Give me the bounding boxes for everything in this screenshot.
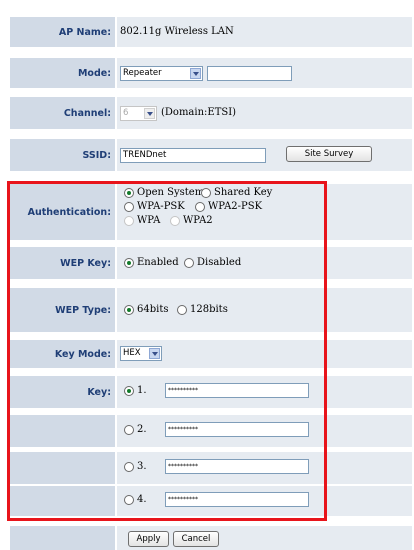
auth-wpa-psk-label: WPA-PSK [137,201,185,212]
wep-key-field: Enabled Disabled [117,247,412,279]
chevron-down-icon[interactable] [190,68,201,79]
key-field-1: 1. ********** [117,376,412,408]
auth-shared-key-radio[interactable] [201,188,211,198]
channel-field: 6 (Domain:ETSI) [117,97,412,129]
key-mode-select-value: HEX [123,348,141,358]
auth-wpa2-psk-label: WPA2-PSK [208,201,263,212]
key-label-empty-4 [10,486,115,516]
key-row-2: 2. ********** [10,415,412,447]
ssid-input[interactable]: TRENDnet [120,148,266,163]
wep-type-128bits-label: 128bits [190,304,228,315]
authentication-field: Open System Shared Key WPA-PSK WPA2-PSK … [117,184,412,240]
key-4-index: 4. [137,494,147,505]
mode-select-value: Repeater [123,68,162,78]
key-3-input[interactable]: ********** [165,459,309,474]
authentication-label: Authentication: [10,184,115,240]
ap-name-value: 802.11g Wireless LAN [120,26,234,37]
key-1-input[interactable]: ********** [165,383,309,398]
ssid-label: SSID: [10,139,115,171]
key-field-3: 3. ********** [117,452,412,484]
auth-open-system-label: Open System [137,187,205,198]
mode-text-input[interactable] [207,66,292,81]
channel-select[interactable]: 6 [120,106,157,121]
wep-key-disabled-radio[interactable] [184,258,194,268]
auth-wpa2-radio[interactable] [170,216,180,226]
apply-button[interactable]: Apply [128,531,169,547]
key-2-input[interactable]: ********** [165,422,309,437]
key-row-4: 4. ********** [10,486,412,516]
key-label: Key: [10,376,115,408]
key-4-radio[interactable] [124,495,134,505]
wep-type-field: 64bits 128bits [117,288,412,332]
wep-type-64bits-label: 64bits [137,304,169,315]
wep-key-enabled-radio[interactable] [124,258,134,268]
key-field-2: 2. ********** [117,415,412,447]
wep-type-label: WEP Type: [10,288,115,332]
actions-label-empty [10,526,115,550]
mode-row: Mode: Repeater [10,58,412,88]
ap-name-row: AP Name: 802.11g Wireless LAN [10,17,412,47]
key-1-radio[interactable] [124,386,134,396]
actions-row: Apply Cancel [10,526,412,550]
key-3-radio[interactable] [124,462,134,472]
mode-label: Mode: [10,58,115,88]
channel-label: Channel: [10,97,115,129]
auth-wpa2-label: WPA2 [183,215,213,226]
wep-key-label: WEP Key: [10,247,115,279]
auth-open-system-radio[interactable] [124,188,134,198]
key-1-index: 1. [137,385,147,396]
mode-field: Repeater [117,58,412,88]
channel-select-value: 6 [123,108,129,118]
key-row-1: Key: 1. ********** [10,376,412,408]
wep-key-disabled-label: Disabled [197,257,242,268]
cancel-button[interactable]: Cancel [173,531,219,547]
channel-row: Channel: 6 (Domain:ETSI) [10,97,412,129]
wep-key-row: WEP Key: Enabled Disabled [10,247,412,279]
ssid-row: SSID: TRENDnet Site Survey [10,139,412,171]
auth-wpa2-psk-radio[interactable] [195,202,205,212]
key-mode-label: Key Mode: [10,340,115,368]
key-row-3: 3. ********** [10,452,412,484]
key-field-4: 4. ********** [117,486,412,516]
auth-shared-key-label: Shared Key [214,187,273,198]
wep-type-row: WEP Type: 64bits 128bits [10,288,412,332]
wep-key-enabled-label: Enabled [137,257,179,268]
channel-domain: (Domain:ETSI) [161,107,237,118]
mode-select[interactable]: Repeater [120,66,203,81]
key-label-empty-2 [10,415,115,447]
authentication-row: Authentication: Open System Shared Key W… [10,184,412,240]
auth-wpa-label: WPA [137,215,161,226]
chevron-down-icon[interactable] [144,108,155,119]
auth-wpa-radio[interactable] [124,216,134,226]
wep-type-64bits-radio[interactable] [124,305,134,315]
ssid-field: TRENDnet Site Survey [117,139,412,171]
key-label-empty-3 [10,452,115,484]
auth-wpa-psk-radio[interactable] [124,202,134,212]
ap-name-field: 802.11g Wireless LAN [117,17,412,47]
key-2-index: 2. [137,424,147,435]
key-3-index: 3. [137,461,147,472]
key-2-radio[interactable] [124,425,134,435]
ap-name-label: AP Name: [10,17,115,47]
key-4-input[interactable]: ********** [165,492,309,507]
chevron-down-icon[interactable] [149,348,160,359]
key-mode-row: Key Mode: HEX [10,340,412,368]
wep-type-128bits-radio[interactable] [177,305,187,315]
key-mode-select[interactable]: HEX [120,346,162,361]
key-mode-field: HEX [117,340,412,368]
site-survey-button[interactable]: Site Survey [286,146,372,162]
actions-field: Apply Cancel [117,526,412,550]
